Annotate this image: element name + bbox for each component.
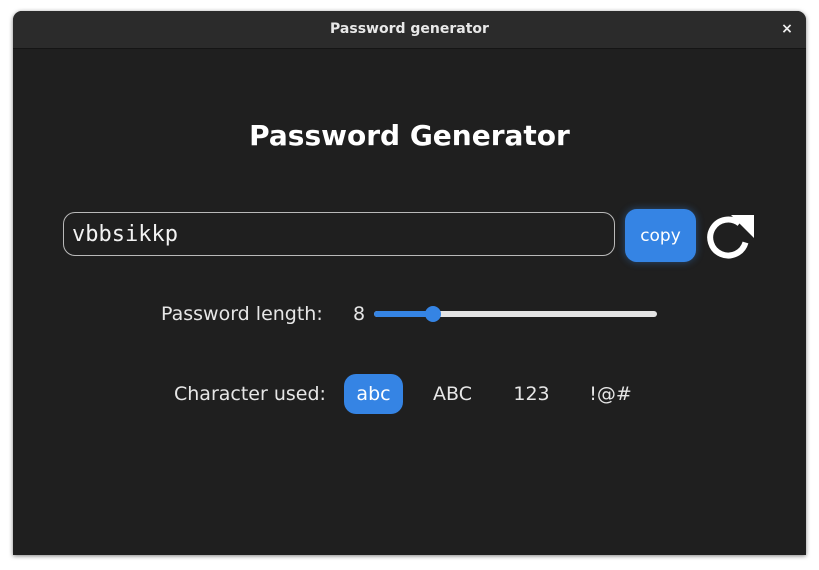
close-icon[interactable]: × — [777, 19, 797, 39]
window-title: Password generator — [330, 21, 489, 37]
character-used-label: Character used: — [174, 383, 326, 405]
password-length-value: 8 — [353, 303, 366, 325]
toggle-lowercase[interactable]: abc — [344, 374, 403, 414]
toggle-uppercase[interactable]: ABC — [423, 374, 482, 414]
title-bar: Password generator × — [13, 11, 806, 49]
page-title: Password Generator — [249, 119, 570, 152]
toggle-symbols[interactable]: !@# — [581, 374, 640, 414]
password-length-label: Password length: — [161, 303, 323, 325]
copy-button[interactable]: copy — [625, 209, 696, 262]
app-window: Password generator × Password Generator … — [13, 11, 806, 555]
refresh-icon — [707, 215, 754, 259]
password-field[interactable] — [63, 212, 615, 256]
password-length-slider[interactable] — [374, 306, 657, 322]
slider-handle[interactable] — [425, 306, 441, 322]
toggle-numbers[interactable]: 123 — [502, 374, 561, 414]
refresh-button[interactable] — [701, 210, 757, 264]
